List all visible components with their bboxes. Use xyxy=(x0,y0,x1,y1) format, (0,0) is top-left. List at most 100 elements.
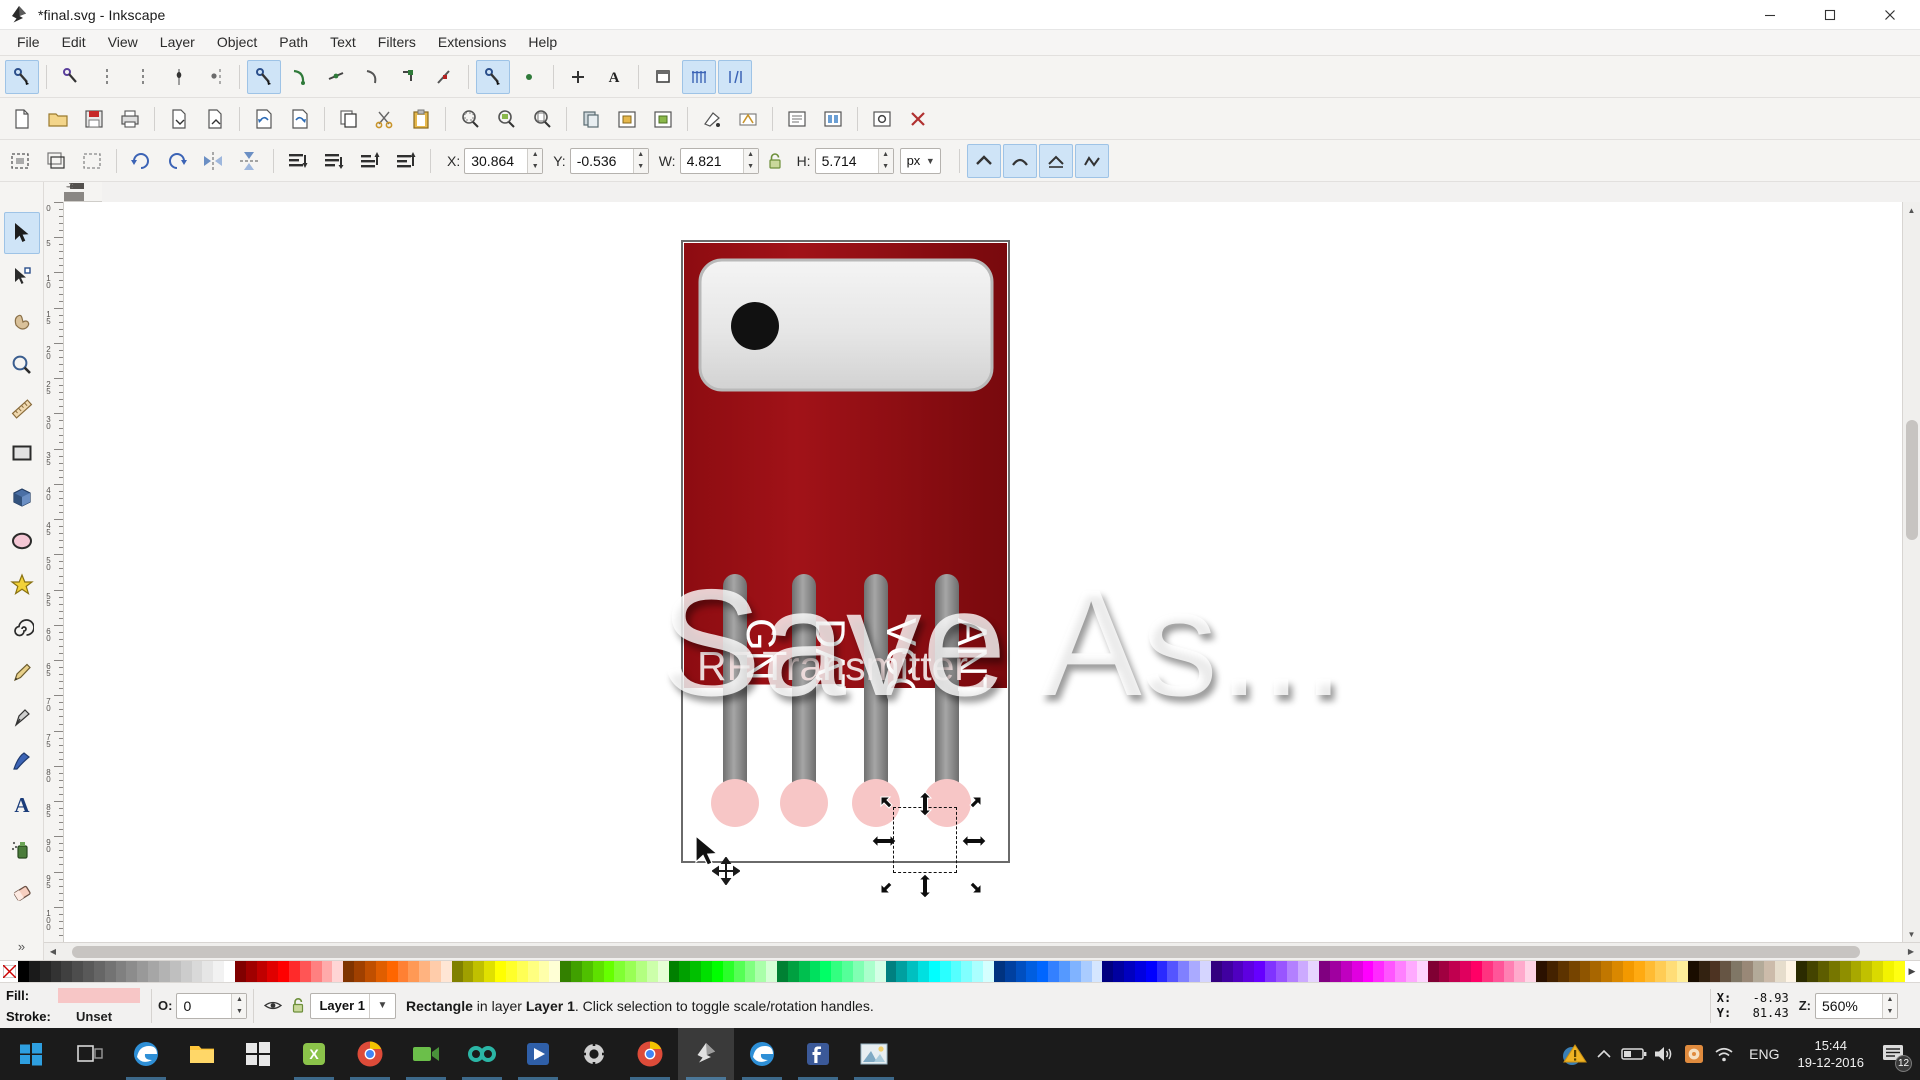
palette-swatch[interactable] xyxy=(419,961,431,982)
select-all-button[interactable] xyxy=(3,144,37,178)
palette-swatch[interactable] xyxy=(1644,961,1656,982)
palette-swatch[interactable] xyxy=(1557,961,1569,982)
clock[interactable]: 15:44 19-12-2016 xyxy=(1790,1037,1873,1071)
ellipse-tool[interactable] xyxy=(4,520,40,562)
palette-swatch[interactable] xyxy=(451,961,463,982)
palette-swatch[interactable] xyxy=(28,961,40,982)
palette-swatch[interactable] xyxy=(1796,961,1808,982)
palette-swatch[interactable] xyxy=(787,961,799,982)
palette-swatch[interactable] xyxy=(852,961,864,982)
palette-swatch[interactable] xyxy=(1080,961,1092,982)
palette-swatch[interactable] xyxy=(1384,961,1396,982)
palette-swatch[interactable] xyxy=(1254,961,1266,982)
snap-midpoints[interactable] xyxy=(427,60,461,94)
drawing-canvas[interactable]: GND DATA VCC ANT RF Transmitter Save As.… xyxy=(64,202,1902,942)
palette-swatch[interactable] xyxy=(1818,961,1829,982)
palette-swatch[interactable] xyxy=(39,961,51,982)
palette-swatch[interactable] xyxy=(1004,961,1016,982)
palette-swatch[interactable] xyxy=(473,961,485,982)
palette-swatch[interactable] xyxy=(1297,961,1309,982)
palette-swatch[interactable] xyxy=(343,961,355,982)
save-document-button[interactable] xyxy=(77,102,111,136)
taskbar-recorder[interactable] xyxy=(398,1028,454,1080)
palette-swatch[interactable] xyxy=(527,961,539,982)
palette-swatch[interactable] xyxy=(213,961,225,982)
zoom-selection-button[interactable] xyxy=(453,102,487,136)
palette-swatch[interactable] xyxy=(1308,961,1320,982)
palette-swatch[interactable] xyxy=(1427,961,1439,982)
palette-swatch[interactable] xyxy=(538,961,550,982)
snap-path-intersections[interactable] xyxy=(319,60,353,94)
units-select[interactable]: px ▼ xyxy=(899,147,942,174)
menu-edit[interactable]: Edit xyxy=(51,31,97,54)
palette-swatch[interactable] xyxy=(1828,961,1840,982)
palette-swatch[interactable] xyxy=(701,961,712,982)
palette-swatch[interactable] xyxy=(1156,961,1168,982)
battery-icon[interactable] xyxy=(1619,1028,1649,1080)
palette-swatch[interactable] xyxy=(245,961,257,982)
h-input[interactable] xyxy=(815,148,878,173)
palette-swatch[interactable] xyxy=(1037,961,1049,982)
palette-swatch[interactable] xyxy=(462,961,474,982)
palette-swatch[interactable] xyxy=(668,961,680,982)
palette-swatch[interactable] xyxy=(1134,961,1146,982)
palette-swatch[interactable] xyxy=(278,961,290,982)
palette-swatch[interactable] xyxy=(679,961,691,982)
delete-button[interactable] xyxy=(901,102,935,136)
palette-swatch[interactable] xyxy=(267,961,279,982)
palette-swatch[interactable] xyxy=(983,961,994,982)
palette-swatch[interactable] xyxy=(777,961,788,982)
palette-swatch[interactable] xyxy=(950,961,962,982)
flip-vertical-button[interactable] xyxy=(232,144,266,178)
snap-text-baseline[interactable]: A xyxy=(597,60,631,94)
snap-others-toggle[interactable] xyxy=(476,59,510,94)
palette-swatch[interactable] xyxy=(614,961,626,982)
w-spinner[interactable]: ▲ ▼ xyxy=(742,148,758,173)
close-button[interactable] xyxy=(1860,0,1920,30)
menu-file[interactable]: File xyxy=(6,31,51,54)
palette-swatch[interactable] xyxy=(1742,961,1753,982)
palette-swatch[interactable] xyxy=(571,961,582,982)
palette-swatch[interactable] xyxy=(820,961,832,982)
palette-swatch[interactable] xyxy=(1286,961,1298,982)
resize-handle-se[interactable] xyxy=(961,873,983,900)
resize-handle-s[interactable] xyxy=(917,873,933,904)
measure-tool[interactable] xyxy=(4,388,40,430)
palette-swatch[interactable] xyxy=(1677,961,1688,982)
palette-swatch[interactable] xyxy=(1265,961,1276,982)
palette-swatch[interactable] xyxy=(1481,961,1493,982)
palette-swatch[interactable] xyxy=(1330,961,1341,982)
palette-swatch[interactable] xyxy=(1720,961,1732,982)
palette-swatch[interactable] xyxy=(1612,961,1623,982)
palette-swatches[interactable] xyxy=(18,961,1905,982)
palette-swatch[interactable] xyxy=(1763,961,1775,982)
palette-swatch[interactable] xyxy=(115,961,127,982)
volume-icon[interactable] xyxy=(1649,1028,1679,1080)
snap-rotation-centers[interactable] xyxy=(561,60,595,94)
palette-swatch[interactable] xyxy=(104,961,116,982)
h-spinner[interactable]: ▲ ▼ xyxy=(877,148,893,173)
eraser-tool[interactable] xyxy=(4,872,40,914)
palette-swatch[interactable] xyxy=(375,961,387,982)
action-center-button[interactable]: 12 xyxy=(1872,1028,1916,1080)
palette-swatch[interactable] xyxy=(733,961,745,982)
pencil-tool[interactable] xyxy=(4,652,40,694)
new-document-button[interactable] xyxy=(5,102,39,136)
palette-swatch[interactable] xyxy=(1178,961,1190,982)
palette-swatch[interactable] xyxy=(1807,961,1819,982)
print-document-button[interactable] xyxy=(113,102,147,136)
taskbar-xampp[interactable]: X xyxy=(286,1028,342,1080)
palette-swatch[interactable] xyxy=(1698,961,1710,982)
palette-swatch[interactable] xyxy=(310,961,322,982)
snap-bbox-corners[interactable] xyxy=(126,60,160,94)
toolbox-expander[interactable]: » xyxy=(18,939,25,960)
x-input[interactable] xyxy=(465,148,528,173)
palette-swatch[interactable] xyxy=(332,961,344,982)
palette-swatch[interactable] xyxy=(581,961,593,982)
palette-swatch[interactable] xyxy=(148,961,159,982)
palette-swatch[interactable] xyxy=(354,961,365,982)
snap-object-centers[interactable] xyxy=(512,60,546,94)
affect-rounded-corners-toggle[interactable] xyxy=(1003,143,1038,178)
taskbar-infinity[interactable] xyxy=(454,1028,510,1080)
palette-swatch[interactable] xyxy=(1059,961,1070,982)
